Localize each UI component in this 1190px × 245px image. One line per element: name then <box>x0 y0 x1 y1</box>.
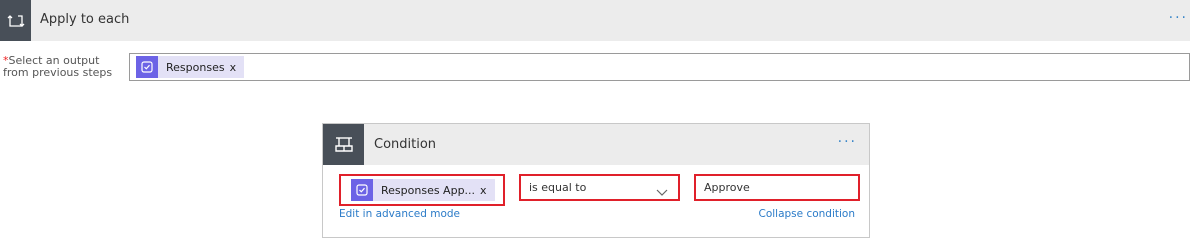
condition-title: Condition <box>374 137 437 152</box>
responses-token-label: Responses <box>166 60 225 74</box>
responses-approver-token-label: Responses App... <box>381 183 476 197</box>
condition-header[interactable]: Condition ··· <box>323 124 869 165</box>
apply-to-each-header[interactable]: Apply to each ··· <box>0 0 1190 41</box>
remove-token-icon[interactable]: x <box>475 184 495 197</box>
operator-selected-value: is equal to <box>529 181 587 194</box>
apply-to-each-title: Apply to each <box>40 12 130 27</box>
condition-value-field[interactable]: Approve <box>694 174 860 201</box>
approvals-icon <box>136 56 158 78</box>
chevron-down-icon[interactable] <box>656 182 668 201</box>
operator-dropdown[interactable]: is equal to <box>519 174 680 201</box>
select-output-field[interactable]: Responses x <box>129 53 1190 81</box>
approvals-icon <box>351 179 373 201</box>
condition-value: Approve <box>704 181 750 194</box>
condition-card: Condition ··· Responses App... x is equa… <box>322 123 870 238</box>
select-output-label: *Select an output from previous steps <box>3 55 112 79</box>
responses-approver-token[interactable]: Responses App... x <box>351 179 495 201</box>
condition-icon <box>323 124 364 165</box>
loop-icon <box>0 0 31 41</box>
apply-to-each-more-button[interactable]: ··· <box>1169 10 1188 26</box>
select-output-label-line2: from previous steps <box>3 66 113 79</box>
remove-token-icon[interactable]: x <box>225 61 245 74</box>
edit-advanced-mode-link[interactable]: Edit in advanced mode <box>339 208 460 220</box>
collapse-condition-link[interactable]: Collapse condition <box>758 208 855 220</box>
condition-left-operand[interactable]: Responses App... x <box>339 174 505 206</box>
condition-more-button[interactable]: ··· <box>838 134 857 150</box>
responses-token[interactable]: Responses x <box>136 56 245 78</box>
